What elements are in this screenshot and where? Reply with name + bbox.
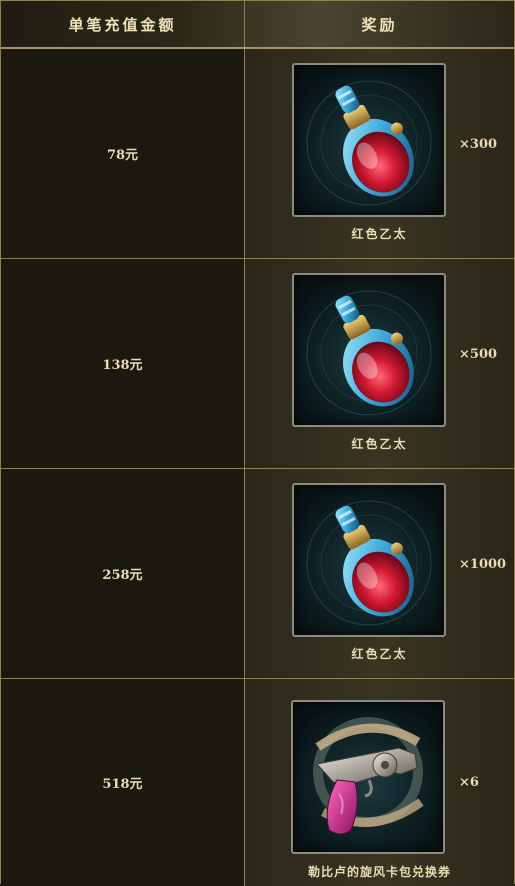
table-row: 258元 ×1000 红色乙太 — [1, 469, 514, 679]
table-row: 138元 ×500 红色乙太 — [1, 259, 514, 469]
reward-cell: ×500 红色乙太 — [245, 259, 514, 468]
reward-item-name: 红色乙太 — [351, 227, 408, 241]
red-potion-icon — [292, 273, 446, 427]
table-row: 518元 ×6 勒比卢的旋风卡包兑换券 — [1, 679, 514, 886]
amount-cell: 138元 — [1, 259, 245, 468]
reward-quantity: ×6 — [459, 775, 479, 790]
reward-item-name: 红色乙太 — [351, 437, 408, 451]
reward-cell: ×1000 红色乙太 — [245, 469, 514, 678]
reward-item-name: 勒比卢的旋风卡包兑换券 — [307, 865, 451, 879]
reward-quantity: ×1000 — [459, 557, 507, 572]
reward-item-name: 红色乙太 — [351, 647, 408, 661]
amount-cell: 258元 — [1, 469, 245, 678]
red-potion-icon — [292, 483, 446, 637]
amount-cell: 78元 — [1, 49, 245, 258]
header-amount: 单笔充值金额 — [1, 1, 245, 47]
reward-cell: ×300 红色乙太 — [245, 49, 514, 258]
header-reward: 奖励 — [361, 15, 398, 34]
reward-quantity: ×500 — [459, 347, 498, 362]
recharge-reward-table: 单笔充值金额 奖励 78元 ×300 红色乙太 138元 ×500 红色乙太 2… — [0, 0, 515, 886]
table-row: 78元 ×300 红色乙太 — [1, 49, 514, 259]
red-potion-icon — [292, 63, 446, 217]
reward-quantity: ×300 — [459, 137, 498, 152]
table-header: 单笔充值金额 奖励 — [1, 1, 514, 49]
reward-cell: ×6 勒比卢的旋风卡包兑换券 — [245, 679, 514, 886]
amount-cell: 518元 — [1, 679, 245, 886]
revolver-icon — [291, 700, 445, 854]
